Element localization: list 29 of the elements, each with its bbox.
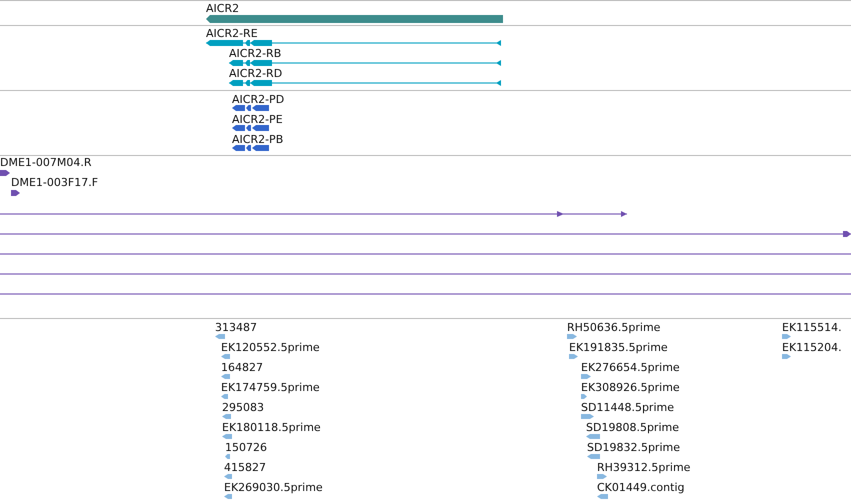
- feature-label: EK269030.5prime: [224, 482, 323, 494]
- feature-label: RH39312.5prime: [597, 462, 690, 474]
- feature-label: AICR2-PE: [232, 114, 283, 126]
- feature-label: 150726: [225, 442, 267, 454]
- feature-label: EK120552.5prime: [221, 342, 320, 354]
- feature-label: RH50636.5prime: [567, 322, 660, 334]
- feature-label: AICR2-PB: [232, 134, 284, 146]
- feature-label: DME1-007M04.R: [0, 157, 92, 169]
- feature-label: EK180118.5prime: [222, 422, 321, 434]
- feature-label: 313487: [215, 322, 257, 334]
- feature-label: AICR2-RE: [206, 28, 258, 40]
- feature-label: SD19808.5prime: [586, 422, 679, 434]
- feature-label: 164827: [221, 362, 263, 374]
- feature-label: DME1-003F17.F: [11, 177, 98, 189]
- feature-label: SD19832.5prime: [587, 442, 680, 454]
- feature-label: EK174759.5prime: [221, 382, 320, 394]
- feature-label: AICR2-RB: [229, 48, 282, 60]
- feature-label: CK01449.contig: [597, 482, 684, 494]
- feature-label: AICR2-PD: [232, 94, 284, 106]
- feature-label: AICR2: [206, 3, 240, 15]
- feature-label: EK115514.: [782, 322, 842, 334]
- feature-label: 415827: [224, 462, 266, 474]
- feature-label: EK115204.: [782, 342, 842, 354]
- feature-label: AICR2-RD: [229, 68, 282, 80]
- feature-label: 295083: [222, 402, 264, 414]
- feature-label: EK191835.5prime: [569, 342, 668, 354]
- feature-label: EK308926.5prime: [581, 382, 680, 394]
- feature-label: SD11448.5prime: [581, 402, 674, 414]
- feature-label: EK276654.5prime: [581, 362, 680, 374]
